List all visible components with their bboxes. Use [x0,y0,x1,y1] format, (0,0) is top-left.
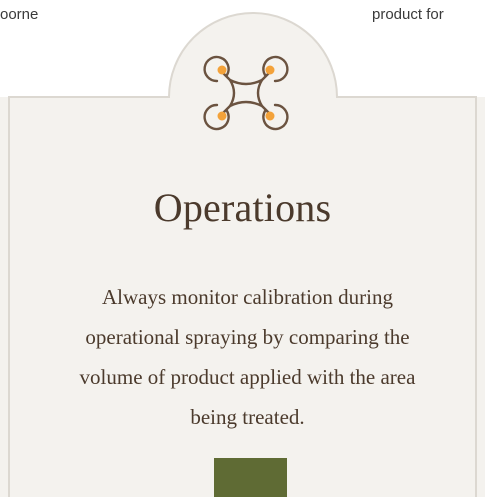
card-action-button[interactable] [214,458,287,497]
drone-icon [197,44,295,142]
card-description: Always monitor calibration during operat… [79,285,416,429]
card-title: Operations [153,185,332,230]
